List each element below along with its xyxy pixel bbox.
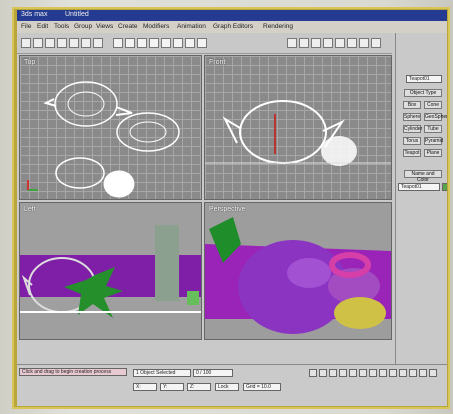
anim-button-1[interactable] bbox=[309, 369, 317, 377]
toolbar-button-12[interactable] bbox=[323, 38, 333, 48]
menu-file[interactable]: File bbox=[21, 23, 31, 30]
x-coordinate-field[interactable]: X: bbox=[133, 383, 157, 391]
z-coordinate-field[interactable]: Z: bbox=[187, 383, 211, 391]
scale-icon[interactable] bbox=[57, 38, 67, 48]
toolbar-button-2[interactable] bbox=[125, 38, 135, 48]
window-subtitle: Untitled bbox=[65, 11, 89, 18]
toolbar-button-15[interactable] bbox=[359, 38, 369, 48]
command-panel: N Teapot01 Object Type Box Cone Sphere G… bbox=[395, 33, 447, 364]
move-icon[interactable] bbox=[33, 38, 43, 48]
time-field[interactable]: 0 / 100 bbox=[193, 369, 233, 377]
tube-button[interactable]: Tube bbox=[424, 125, 442, 133]
play-icon[interactable] bbox=[81, 38, 91, 48]
plane-button[interactable]: Plane bbox=[424, 149, 442, 157]
color-swatch[interactable] bbox=[442, 183, 447, 191]
toolbar-button-10[interactable] bbox=[299, 38, 309, 48]
left-wireframe bbox=[20, 225, 201, 318]
object-name-field[interactable]: Teapot01 bbox=[406, 75, 442, 83]
anim-button-6[interactable] bbox=[359, 369, 367, 377]
photo-background: 3ds max Untitled File Edit Tools Group V… bbox=[0, 0, 453, 414]
toolbar-button-5[interactable] bbox=[161, 38, 171, 48]
main-toolbar bbox=[17, 33, 392, 54]
lock-field[interactable]: Lock bbox=[215, 383, 239, 391]
menu-create[interactable]: Create bbox=[118, 23, 138, 30]
menu-tools[interactable]: Tools bbox=[54, 23, 69, 30]
viewport-left[interactable]: Left bbox=[19, 202, 202, 340]
menu-animation[interactable]: Animation bbox=[177, 23, 206, 30]
anim-button-12[interactable] bbox=[419, 369, 427, 377]
anim-button-13[interactable] bbox=[429, 369, 437, 377]
anim-button-2[interactable] bbox=[319, 369, 327, 377]
perspective-render bbox=[205, 217, 391, 334]
toolbar-button-16[interactable] bbox=[371, 38, 381, 48]
toolbar-button-11[interactable] bbox=[311, 38, 321, 48]
3ds-max-window: 3ds max Untitled File Edit Tools Group V… bbox=[17, 10, 447, 406]
y-coordinate-field[interactable]: Y: bbox=[160, 383, 184, 391]
pyramid-button[interactable]: Pyramid bbox=[424, 137, 443, 145]
toolbar-button-8[interactable] bbox=[197, 38, 207, 48]
cone-button[interactable]: Cone bbox=[424, 101, 442, 109]
torus-button[interactable]: Torus bbox=[403, 137, 421, 145]
window-title: 3ds max bbox=[21, 11, 48, 18]
anim-button-4[interactable] bbox=[339, 369, 347, 377]
select-icon[interactable] bbox=[21, 38, 31, 48]
toolbar-button-4[interactable] bbox=[149, 38, 159, 48]
toolbar-button-13[interactable] bbox=[335, 38, 345, 48]
name-color-rollout[interactable]: Name and Color bbox=[404, 170, 442, 183]
viewport-top[interactable]: Top bbox=[19, 55, 202, 200]
toolbar-button-3[interactable] bbox=[137, 38, 147, 48]
stop-icon[interactable] bbox=[93, 38, 103, 48]
anim-button-7[interactable] bbox=[369, 369, 377, 377]
top-wireframe bbox=[27, 81, 180, 198]
menu-views[interactable]: Views bbox=[96, 23, 113, 30]
anim-button-10[interactable] bbox=[399, 369, 407, 377]
viewport-perspective[interactable]: Perspective bbox=[204, 202, 392, 340]
render-icon[interactable] bbox=[69, 38, 79, 48]
rotate-icon[interactable] bbox=[45, 38, 55, 48]
object-type-rollout[interactable]: Object Type bbox=[404, 89, 442, 97]
menu-rendering[interactable]: Rendering bbox=[263, 23, 293, 30]
anim-button-11[interactable] bbox=[409, 369, 417, 377]
toolbar-button-6[interactable] bbox=[173, 38, 183, 48]
menu-edit[interactable]: Edit bbox=[37, 23, 48, 30]
viewport-front[interactable]: Front bbox=[204, 55, 392, 200]
menu-bar: File Edit Tools Group Views Create Modif… bbox=[17, 21, 447, 33]
toolbar-button-9[interactable] bbox=[287, 38, 297, 48]
status-bar: Click and drag to begin creation process… bbox=[17, 364, 447, 406]
anim-button-3[interactable] bbox=[329, 369, 337, 377]
selection-field: 1 Object Selected bbox=[133, 369, 191, 377]
title-bar: 3ds max Untitled bbox=[17, 10, 447, 21]
anim-button-8[interactable] bbox=[379, 369, 387, 377]
anim-button-5[interactable] bbox=[349, 369, 357, 377]
box-button[interactable]: Box bbox=[403, 101, 421, 109]
menu-modifiers[interactable]: Modifiers bbox=[143, 23, 169, 30]
sphere-button[interactable]: Sphere bbox=[403, 113, 421, 121]
geosphere-button[interactable]: GeoSphere bbox=[424, 113, 447, 121]
menu-graph-editors[interactable]: Graph Editors bbox=[213, 23, 253, 30]
prompt-field: Click and drag to begin creation process bbox=[19, 368, 127, 376]
anim-button-9[interactable] bbox=[389, 369, 397, 377]
toolbar-button-1[interactable] bbox=[113, 38, 123, 48]
menu-group[interactable]: Group bbox=[74, 23, 92, 30]
name-field[interactable]: Teapot01 bbox=[398, 183, 440, 191]
grid-field: Grid = 10.0 bbox=[243, 383, 281, 391]
teapot-button[interactable]: Teapot bbox=[403, 149, 421, 157]
toolbar-button-14[interactable] bbox=[347, 38, 357, 48]
cylinder-button[interactable]: Cylinder bbox=[403, 125, 422, 133]
toolbar-button-7[interactable] bbox=[185, 38, 195, 48]
front-wireframe bbox=[205, 100, 391, 166]
